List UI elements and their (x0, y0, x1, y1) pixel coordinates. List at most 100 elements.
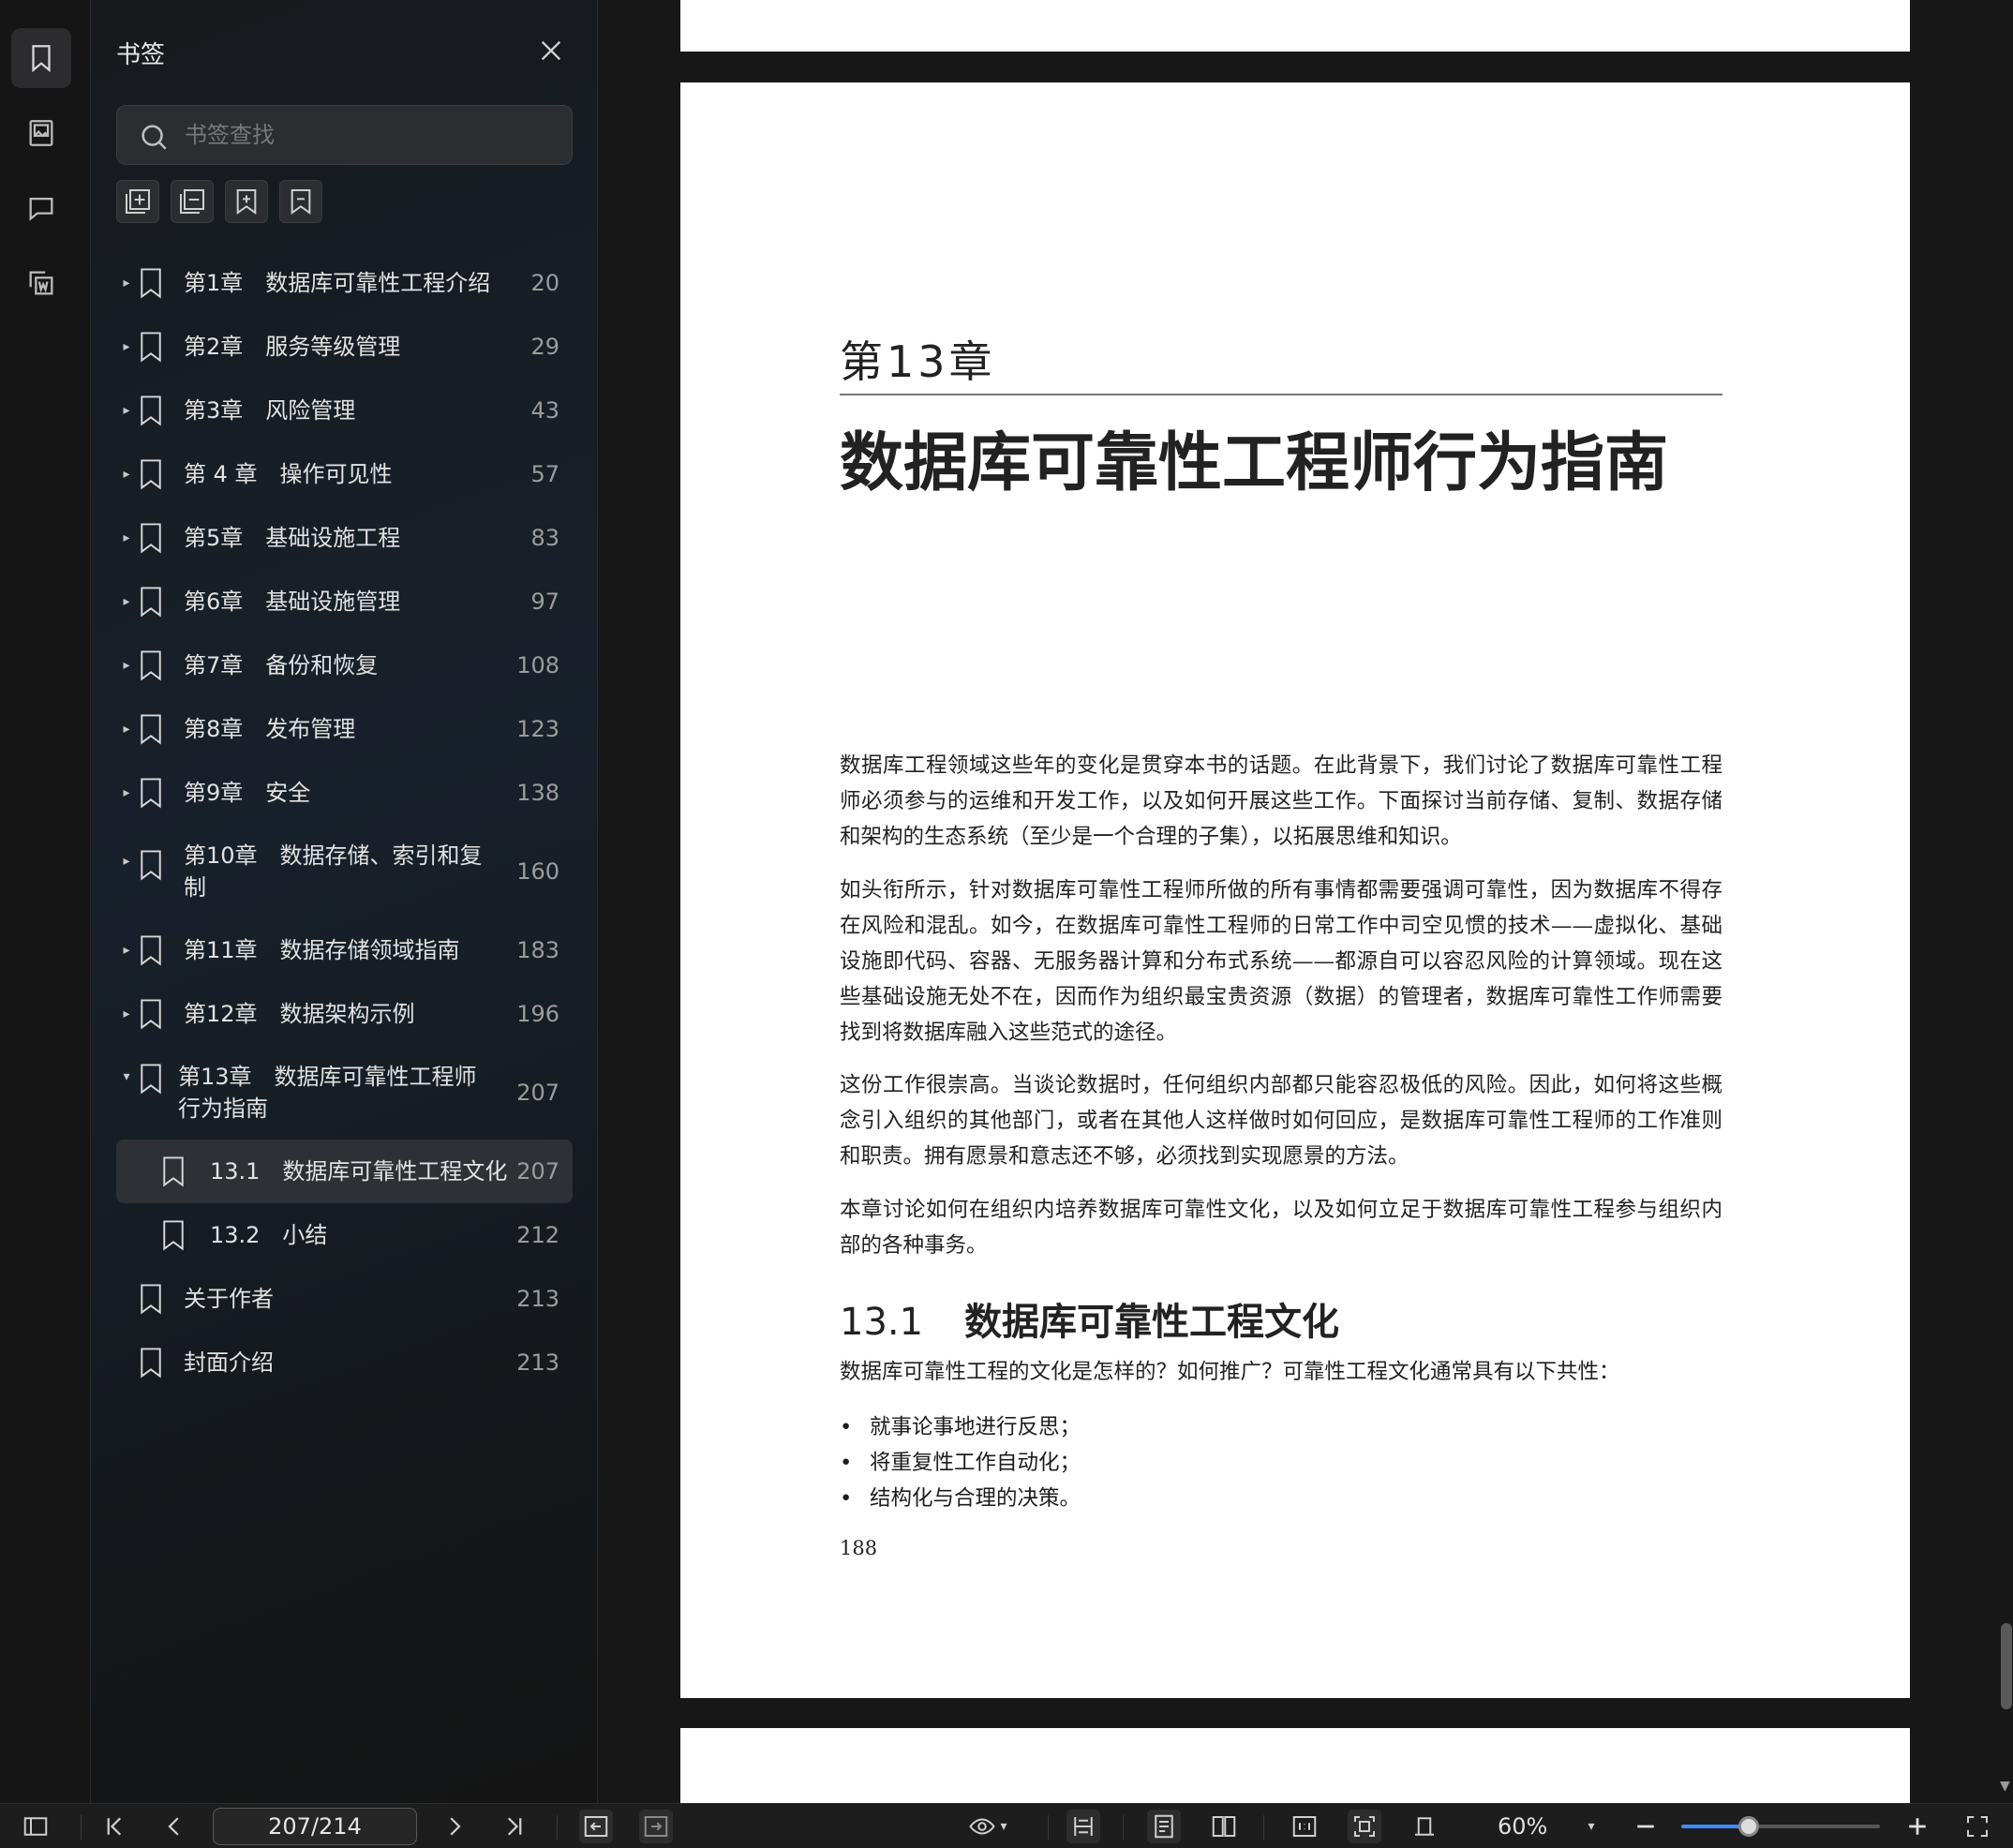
search-input[interactable] (185, 106, 559, 164)
expand-arrow-icon[interactable]: ▸ (120, 595, 133, 608)
double-page-icon (1212, 1816, 1236, 1837)
collapse-arrow-icon[interactable]: ▾ (120, 1070, 133, 1083)
chapter-title: 数据库可靠性工程师行为指南 (840, 426, 1669, 500)
bookmark-icon (137, 777, 165, 809)
expand-arrow-icon[interactable]: ▸ (120, 944, 133, 957)
bookmark-item[interactable]: 13.2 小结 212 (116, 1203, 573, 1267)
fit-height-button[interactable] (1408, 1810, 1441, 1843)
zoom-level[interactable]: 60% (1498, 1813, 1547, 1840)
fit-height-icon (1415, 1817, 1434, 1836)
fullscreen-icon (1967, 1816, 1988, 1837)
bookmark-search (116, 105, 573, 165)
convert-tab-button[interactable] (11, 253, 71, 313)
bookmark-icon (137, 395, 165, 426)
bookmark-icon (137, 1283, 165, 1315)
previous-page-button[interactable] (157, 1810, 191, 1843)
plus-icon (1909, 1818, 1926, 1835)
bookmark-item[interactable]: ▸ 第7章 备份和恢复 108 (116, 633, 573, 697)
chevron-right-icon (450, 1817, 461, 1836)
expand-arrow-icon[interactable]: ▸ (120, 659, 133, 672)
previous-page (680, 0, 1910, 52)
bookmark-item[interactable]: 关于作者 213 (116, 1267, 573, 1331)
page-number-input[interactable] (213, 1808, 417, 1845)
scrollbar-thumb[interactable] (2001, 1623, 2012, 1709)
toolbar-divider (1123, 1815, 1124, 1840)
bookmark-item[interactable]: ▸ 第11章 数据存储领域指南 183 (116, 918, 573, 982)
bookmark-label: 第2章 服务等级管理 (184, 334, 401, 360)
first-page-button[interactable] (97, 1810, 131, 1843)
thumbnail-tab-button[interactable] (11, 103, 71, 163)
bookmark-item[interactable]: ▸ 第12章 数据架构示例 196 (116, 982, 573, 1046)
actual-size-icon (1292, 1816, 1317, 1837)
toggle-sidebar-button[interactable] (19, 1810, 52, 1843)
toolbar-divider (81, 1815, 82, 1840)
bookmark-icon (137, 331, 165, 363)
bookmark-page: 29 (530, 334, 559, 360)
zoom-slider-handle[interactable] (1738, 1816, 1760, 1837)
expand-arrow-icon[interactable]: ▸ (120, 1007, 133, 1021)
bookmark-item[interactable]: 封面介绍 213 (116, 1331, 573, 1394)
bookmark-item[interactable]: ▸ 第1章 数据库可靠性工程介绍 20 (116, 251, 573, 315)
word-convert-icon (29, 271, 53, 295)
add-bookmark-button[interactable] (225, 180, 268, 223)
bookmark-item[interactable]: ▸ 第 4 章 操作可见性 57 (116, 442, 573, 506)
collapse-all-button[interactable] (171, 180, 214, 223)
document-viewer[interactable]: 第13章 数据库可靠性工程师行为指南 数据库工程领域这些年的变化是贯穿本书的话题… (599, 0, 2013, 1803)
expand-all-icon (126, 189, 150, 214)
actual-size-button[interactable] (1288, 1810, 1321, 1843)
fit-width-button[interactable] (1066, 1810, 1100, 1843)
expand-arrow-icon[interactable]: ▸ (120, 468, 133, 481)
go-back-button[interactable] (579, 1810, 613, 1843)
last-page-button[interactable] (498, 1810, 531, 1843)
bookmark-item[interactable]: ▸ 第2章 服务等级管理 29 (116, 315, 573, 379)
bookmark-tab-button[interactable] (11, 28, 71, 88)
chapter-number: 第13章 (840, 336, 996, 387)
bookmark-item-expanded[interactable]: ▾ 第13章 数据库可靠性工程师行为指南 207 (116, 1046, 573, 1140)
bookmark-tools (116, 180, 322, 223)
single-page-button[interactable] (1147, 1810, 1181, 1843)
zoom-in-button[interactable] (1901, 1810, 1934, 1843)
first-page-icon (107, 1817, 122, 1836)
zoom-out-button[interactable] (1629, 1810, 1663, 1843)
bookmark-item[interactable]: ▸ 第3章 风险管理 43 (116, 379, 573, 442)
bookmark-item[interactable]: ▸ 第8章 发布管理 123 (116, 697, 573, 761)
bookmark-icon (159, 1219, 187, 1251)
expand-arrow-icon[interactable]: ▸ (120, 404, 133, 417)
last-page-icon (507, 1817, 522, 1836)
bookmark-item-selected[interactable]: 13.1 数据库可靠性工程文化 207 (116, 1140, 573, 1203)
delete-bookmark-button[interactable] (279, 180, 322, 223)
bullet-list: 就事论事地进行反思； 将重复性工作自动化； 结构化与合理的决策。 (840, 1409, 1722, 1516)
remove-bookmark-icon (291, 189, 311, 215)
bookmark-label: 关于作者 (184, 1286, 274, 1312)
close-icon[interactable] (536, 36, 566, 66)
bookmark-item[interactable]: ▸ 第6章 基础设施管理 97 (116, 570, 573, 633)
bookmark-icon (137, 649, 165, 681)
bookmark-label: 第3章 风险管理 (184, 397, 356, 424)
expand-all-button[interactable] (116, 180, 159, 223)
expand-arrow-icon[interactable]: ▸ (120, 340, 133, 353)
bullet-item: 结构化与合理的决策。 (840, 1481, 1722, 1516)
expand-arrow-icon[interactable]: ▸ (120, 531, 133, 544)
bookmark-item[interactable]: ▸ 第9章 安全 138 (116, 761, 573, 825)
zoom-dropdown-button[interactable]: ▾ (1580, 1810, 1603, 1843)
zoom-slider[interactable] (1681, 1816, 1880, 1837)
annotation-tab-button[interactable] (11, 178, 71, 238)
next-page-button[interactable] (438, 1810, 471, 1843)
double-page-button[interactable] (1207, 1810, 1241, 1843)
bookmark-item[interactable]: ▸ 第5章 基础设施工程 83 (116, 506, 573, 570)
bookmark-page: 43 (530, 397, 559, 424)
fit-page-icon (1354, 1816, 1375, 1837)
go-forward-button[interactable] (639, 1810, 673, 1843)
bookmark-item[interactable]: ▸ 第10章 数据存储、索引和复制 160 (116, 825, 573, 918)
bookmark-label: 第 4 章 操作可见性 (184, 461, 393, 487)
expand-arrow-icon[interactable]: ▸ (120, 855, 133, 868)
bookmark-list: ▸ 第1章 数据库可靠性工程介绍 20 ▸ 第2章 服务等级管理 29 ▸ 第3… (116, 251, 573, 1394)
expand-arrow-icon[interactable]: ▸ (120, 786, 133, 799)
read-mode-dropdown[interactable]: ▾ (960, 1810, 1016, 1843)
scroll-down-arrow-icon[interactable]: ▼ (2000, 1779, 2010, 1794)
fit-page-button[interactable] (1348, 1810, 1381, 1843)
bullet-item: 就事论事地进行反思； (840, 1409, 1722, 1445)
expand-arrow-icon[interactable]: ▸ (120, 276, 133, 290)
expand-arrow-icon[interactable]: ▸ (120, 723, 133, 736)
fullscreen-button[interactable] (1961, 1810, 1994, 1843)
